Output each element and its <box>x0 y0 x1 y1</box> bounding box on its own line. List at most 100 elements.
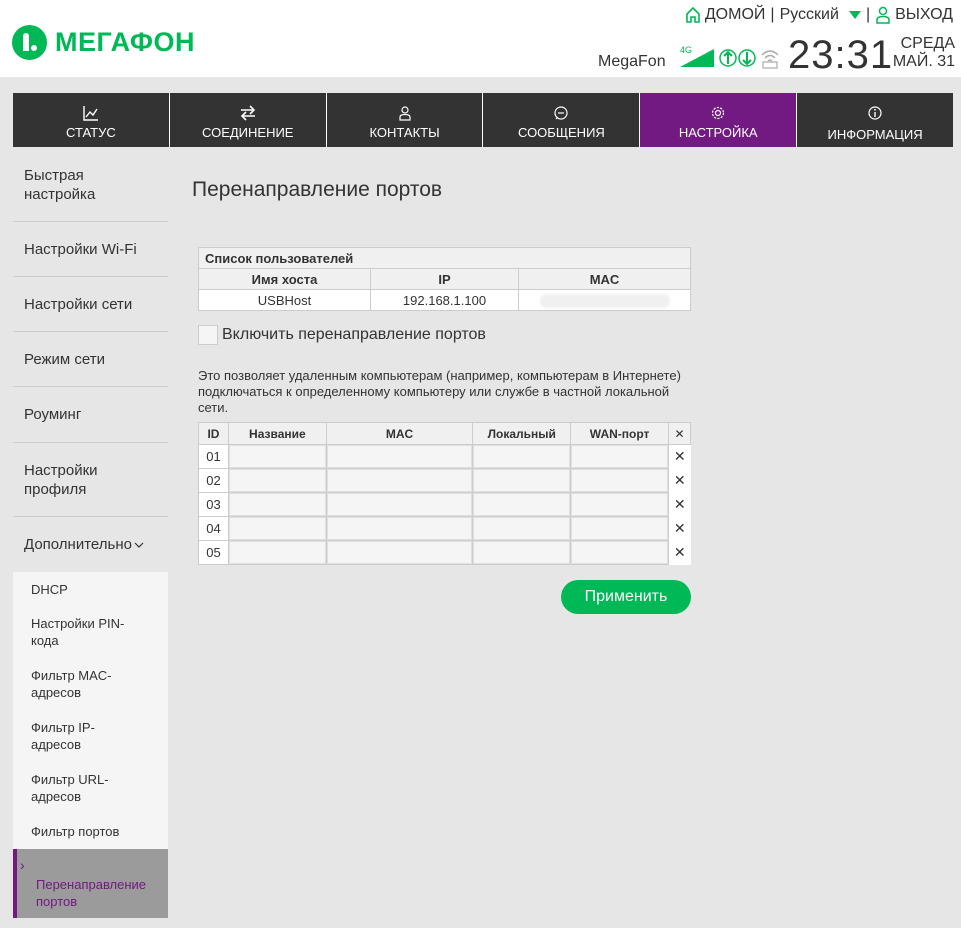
host-mac-cell <box>518 289 691 311</box>
tab-label: СТАТУС <box>66 125 116 140</box>
submenu-item-label: Фильтр портов <box>31 824 120 839</box>
rule-local-field[interactable] <box>473 541 571 564</box>
tab-status[interactable]: СТАТУС <box>13 93 170 147</box>
table-row[interactable]: USBHost 192.168.1.100 <box>198 289 691 311</box>
home-link[interactable]: ДОМОЙ <box>705 6 766 24</box>
rule-name-field[interactable] <box>228 517 326 540</box>
rule-local-input[interactable] <box>472 540 572 565</box>
rule-local-field[interactable] <box>473 517 571 540</box>
rule-wan-input[interactable] <box>570 468 669 493</box>
rule-local-field[interactable] <box>473 469 571 492</box>
rule-mac-input[interactable] <box>325 492 474 517</box>
tab-connection[interactable]: СОЕДИНЕНИЕ <box>170 93 327 147</box>
rule-wan-input[interactable] <box>570 444 669 469</box>
tab-settings[interactable]: НАСТРОЙКА <box>640 93 798 147</box>
submenu-item-port-forwarding[interactable]: › Перенаправление портов <box>13 849 168 918</box>
enable-forwarding-checkbox[interactable] <box>198 325 218 345</box>
tab-label: НАСТРОЙКА <box>678 125 758 140</box>
rule-local-input[interactable] <box>472 492 572 517</box>
table-row: 04 ✕ <box>198 516 691 541</box>
rule-name-field[interactable] <box>228 469 326 492</box>
delete-row-icon[interactable]: ✕ <box>667 492 691 517</box>
rule-name-field[interactable] <box>228 493 326 516</box>
rule-name-field[interactable] <box>228 445 326 468</box>
home-icon[interactable] <box>685 6 701 24</box>
submenu-item-dhcp[interactable]: DHCP <box>13 572 168 606</box>
tab-contacts[interactable]: КОНТАКТЫ <box>327 93 484 147</box>
gear-icon <box>712 106 725 120</box>
rule-wan-input[interactable] <box>570 516 669 541</box>
rule-id: 02 <box>198 468 229 493</box>
rule-mac-input[interactable] <box>325 444 474 469</box>
rule-name-input[interactable] <box>227 540 327 565</box>
submenu-item-mac-filter[interactable]: Фильтр MAC-адресов <box>13 658 168 710</box>
rule-name-input[interactable] <box>227 468 327 493</box>
sidebar-item-roaming[interactable]: Роуминг <box>13 387 168 443</box>
rule-wan-field[interactable] <box>571 493 668 516</box>
megafon-logo[interactable]: МЕГАФОН <box>12 24 195 60</box>
submenu-item-url-filter[interactable]: Фильтр URL-адресов <box>13 762 168 814</box>
delete-row-icon[interactable]: ✕ <box>667 540 691 565</box>
host-name-cell: USBHost <box>198 289 371 311</box>
delete-all-icon[interactable]: ✕ <box>667 422 692 445</box>
sidebar-item-network-mode[interactable]: Режим сети <box>13 332 168 387</box>
submenu-item-ip-filter[interactable]: Фильтр IP-адресов <box>13 710 168 762</box>
rule-local-input[interactable] <box>472 468 572 493</box>
column-header: Локальный <box>472 422 572 445</box>
language-select[interactable]: Русский <box>780 6 839 24</box>
rule-local-input[interactable] <box>472 444 572 469</box>
chevron-down-icon[interactable] <box>848 11 861 19</box>
rule-name-input[interactable] <box>227 492 327 517</box>
submenu-item-port-filter[interactable]: Фильтр портов <box>13 814 168 849</box>
rule-mac-input[interactable] <box>325 468 474 493</box>
delete-row-icon[interactable]: ✕ <box>667 516 691 541</box>
sidebar-item-quick-setup[interactable]: Быстрая настройка <box>13 148 168 222</box>
delete-row-icon[interactable]: ✕ <box>667 468 691 493</box>
rule-name-input[interactable] <box>227 444 327 469</box>
tab-info[interactable]: ИНФОРМАЦИЯ <box>797 93 953 147</box>
rule-local-field[interactable] <box>473 493 571 516</box>
rule-name-field[interactable] <box>228 541 326 564</box>
rule-wan-field[interactable] <box>571 541 668 564</box>
rule-mac-field[interactable] <box>326 493 473 516</box>
rule-id: 01 <box>198 444 229 469</box>
rule-mac-input[interactable] <box>325 540 474 565</box>
megafon-logo-icon <box>12 24 47 60</box>
rule-wan-field[interactable] <box>571 469 668 492</box>
rule-wan-input[interactable] <box>570 540 669 565</box>
rule-id: 04 <box>198 516 229 541</box>
top-links: ДОМОЙ | Русский | ВЫХОД <box>685 6 953 24</box>
signal-strength-icon: 4G <box>680 45 714 67</box>
sidebar-item-label: Настройки профиля <box>24 461 98 498</box>
rule-local-field[interactable] <box>473 445 571 468</box>
submenu-item-pin[interactable]: Настройки PIN-кода <box>13 606 168 658</box>
chart-icon <box>83 106 98 121</box>
rule-mac-field[interactable] <box>326 445 473 468</box>
apply-button[interactable]: Применить <box>561 580 691 614</box>
rule-name-input[interactable] <box>227 516 327 541</box>
rule-wan-input[interactable] <box>570 492 669 517</box>
sidebar-item-wifi[interactable]: Настройки Wi-Fi <box>13 222 168 277</box>
rule-wan-field[interactable] <box>571 445 668 468</box>
rule-wan-field[interactable] <box>571 517 668 540</box>
rule-local-input[interactable] <box>472 516 572 541</box>
rule-id: 03 <box>198 492 229 517</box>
sidebar-item-network[interactable]: Настройки сети <box>13 277 168 332</box>
rule-mac-field[interactable] <box>326 541 473 564</box>
operator-name: MegaFon <box>598 53 666 70</box>
sidebar-item-advanced[interactable]: Дополнительно <box>13 517 168 572</box>
host-ip-cell: 192.168.1.100 <box>370 289 519 311</box>
submenu-item-label: Настройки PIN-кода <box>31 616 125 648</box>
sidebar-item-profile[interactable]: Настройки профиля <box>13 443 168 517</box>
column-header: MAC <box>325 422 474 445</box>
rule-mac-field[interactable] <box>326 469 473 492</box>
enable-forwarding-label[interactable]: Включить перенаправление портов <box>222 326 486 344</box>
tab-messages[interactable]: СООБЩЕНИЯ <box>483 93 641 147</box>
description-text: Это позволяет удаленным компьютерам (нап… <box>198 368 681 415</box>
main-content: Перенаправление портов Список пользовате… <box>168 148 953 928</box>
user-icon[interactable] <box>875 6 891 24</box>
rule-mac-field[interactable] <box>326 517 473 540</box>
rule-mac-input[interactable] <box>325 516 474 541</box>
delete-row-icon[interactable]: ✕ <box>667 444 691 469</box>
logout-link[interactable]: ВЫХОД <box>895 6 953 24</box>
